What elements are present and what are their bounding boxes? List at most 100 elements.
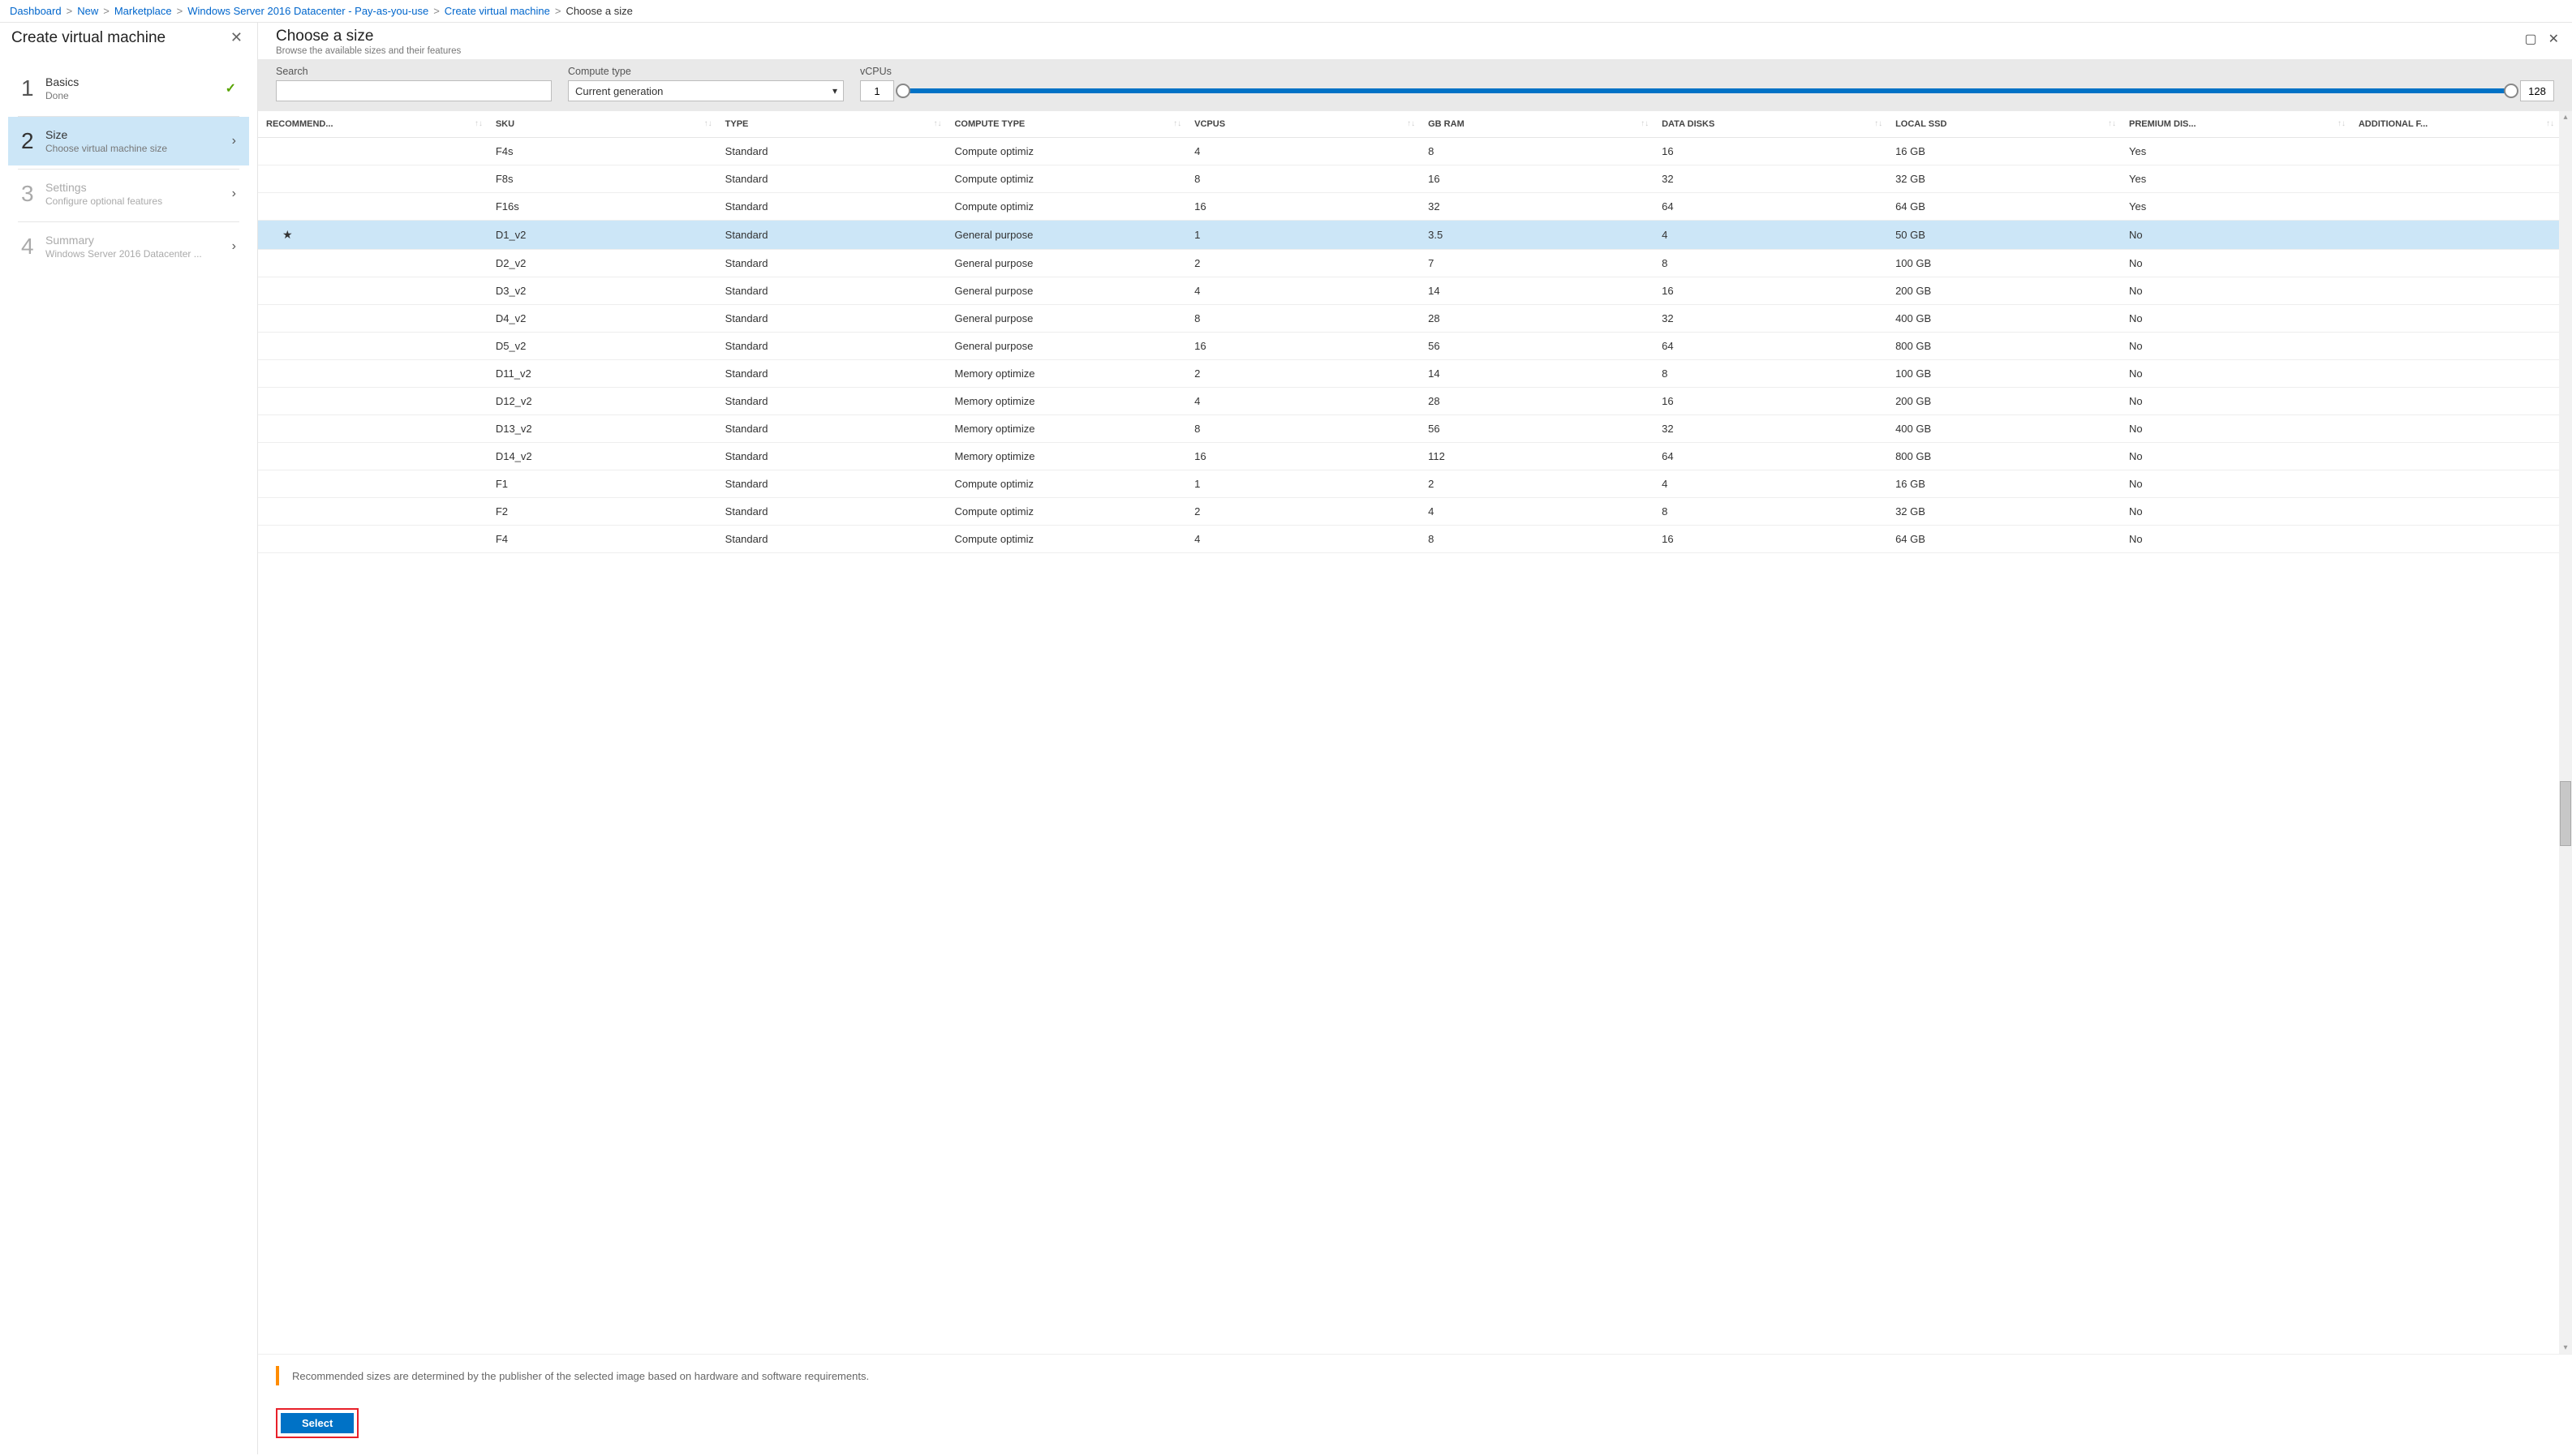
table-row[interactable]: D12_v2StandardMemory optimize42816200 GB… xyxy=(258,388,2559,415)
column-header[interactable]: VCPUS↑↓ xyxy=(1186,111,1420,138)
table-row[interactable]: D11_v2StandardMemory optimize2148100 GBN… xyxy=(258,360,2559,388)
step-number: 2 xyxy=(21,128,45,154)
breadcrumb-link[interactable]: New xyxy=(77,5,98,17)
column-header[interactable]: DATA DISKS↑↓ xyxy=(1654,111,1887,138)
table-row[interactable]: F2StandardCompute optimiz24832 GBNo xyxy=(258,498,2559,526)
close-icon[interactable]: ✕ xyxy=(227,28,246,48)
table-cell: 16 xyxy=(1186,193,1420,221)
table-cell: Yes xyxy=(2121,165,2350,193)
select-button[interactable]: Select xyxy=(281,1413,354,1433)
table-row[interactable]: D4_v2StandardGeneral purpose82832400 GBN… xyxy=(258,305,2559,333)
table-cell: ★ xyxy=(258,221,488,250)
table-cell: 14 xyxy=(1420,277,1654,305)
column-header[interactable]: ADDITIONAL F...↑↓ xyxy=(2350,111,2559,138)
table-row[interactable]: ★D1_v2StandardGeneral purpose13.5450 GBN… xyxy=(258,221,2559,250)
table-cell: General purpose xyxy=(946,305,1186,333)
step-number: 1 xyxy=(21,75,45,101)
wizard-step-size[interactable]: 2SizeChoose virtual machine size› xyxy=(8,117,249,165)
table-cell: D2_v2 xyxy=(488,250,717,277)
table-cell: 8 xyxy=(1654,360,1887,388)
chevron-right-icon: > xyxy=(555,5,561,17)
table-cell xyxy=(2350,526,2559,553)
table-row[interactable]: F4StandardCompute optimiz481664 GBNo xyxy=(258,526,2559,553)
table-cell xyxy=(258,498,488,526)
table-row[interactable]: D13_v2StandardMemory optimize85632400 GB… xyxy=(258,415,2559,443)
wizard-step-basics[interactable]: 1BasicsDone✓ xyxy=(8,64,249,113)
step-title: Summary xyxy=(45,234,232,247)
search-input[interactable] xyxy=(276,80,552,101)
table-cell: 8 xyxy=(1654,250,1887,277)
table-cell: 2 xyxy=(1186,498,1420,526)
scrollbar-vertical[interactable]: ▴ ▾ xyxy=(2559,111,2572,1354)
table-cell: Yes xyxy=(2121,138,2350,165)
table-cell: No xyxy=(2121,470,2350,498)
select-button-highlight: Select xyxy=(276,1408,359,1438)
column-header[interactable]: GB RAM↑↓ xyxy=(1420,111,1654,138)
breadcrumb-link[interactable]: Create virtual machine xyxy=(445,5,550,17)
column-header[interactable]: RECOMMEND...↑↓ xyxy=(258,111,488,138)
table-cell: D13_v2 xyxy=(488,415,717,443)
table-row[interactable]: F4sStandardCompute optimiz481616 GBYes xyxy=(258,138,2559,165)
slider-handle-min[interactable] xyxy=(896,84,910,98)
column-header[interactable]: PREMIUM DIS...↑↓ xyxy=(2121,111,2350,138)
scroll-up-icon[interactable]: ▴ xyxy=(2563,113,2567,122)
vcpus-label: vCPUs xyxy=(860,66,2554,77)
table-row[interactable]: F1StandardCompute optimiz12416 GBNo xyxy=(258,470,2559,498)
table-cell: 112 xyxy=(1420,443,1654,470)
table-cell: 4 xyxy=(1186,388,1420,415)
table-row[interactable]: D5_v2StandardGeneral purpose165664800 GB… xyxy=(258,333,2559,360)
table-row[interactable]: D14_v2StandardMemory optimize1611264800 … xyxy=(258,443,2559,470)
step-number: 3 xyxy=(21,181,45,207)
chevron-right-icon: > xyxy=(103,5,110,17)
slider-handle-max[interactable] xyxy=(2504,84,2518,98)
table-cell: 4 xyxy=(1654,221,1887,250)
table-cell: 8 xyxy=(1420,138,1654,165)
table-row[interactable]: F8sStandardCompute optimiz8163232 GBYes xyxy=(258,165,2559,193)
table-cell: F4s xyxy=(488,138,717,165)
table-cell: D14_v2 xyxy=(488,443,717,470)
table-cell: D5_v2 xyxy=(488,333,717,360)
table-cell: 2 xyxy=(1420,470,1654,498)
close-icon[interactable]: ✕ xyxy=(2548,31,2559,47)
vcpus-max-input[interactable] xyxy=(2520,80,2554,101)
step-subtitle: Choose virtual machine size xyxy=(45,143,216,154)
table-cell: 8 xyxy=(1186,165,1420,193)
table-cell xyxy=(258,193,488,221)
table-cell: D11_v2 xyxy=(488,360,717,388)
vcpus-slider[interactable] xyxy=(901,83,2514,99)
size-table: RECOMMEND...↑↓SKU↑↓TYPE↑↓COMPUTE TYPE↑↓V… xyxy=(258,111,2559,553)
table-cell: D3_v2 xyxy=(488,277,717,305)
scroll-down-icon[interactable]: ▾ xyxy=(2563,1343,2567,1352)
blade-choose-size: Choose a size Browse the available sizes… xyxy=(258,23,2572,1454)
table-cell: Compute optimiz xyxy=(946,193,1186,221)
sort-icon: ↑↓ xyxy=(2108,119,2116,128)
chevron-right-icon: › xyxy=(232,239,236,254)
info-accent-bar xyxy=(276,1366,279,1385)
maximize-icon[interactable]: ▢ xyxy=(2524,31,2536,47)
column-header[interactable]: COMPUTE TYPE↑↓ xyxy=(946,111,1186,138)
scroll-thumb[interactable] xyxy=(2560,781,2571,846)
compute-type-value: Current generation xyxy=(575,85,663,97)
sort-icon: ↑↓ xyxy=(1641,119,1649,128)
table-cell: 32 GB xyxy=(1887,165,2121,193)
vcpus-min-input[interactable] xyxy=(860,80,894,101)
table-cell xyxy=(2350,138,2559,165)
table-cell: Standard xyxy=(717,165,947,193)
table-cell xyxy=(258,360,488,388)
breadcrumb-link[interactable]: Windows Server 2016 Datacenter - Pay-as-… xyxy=(187,5,428,17)
table-cell: 56 xyxy=(1420,415,1654,443)
table-cell: 28 xyxy=(1420,305,1654,333)
table-cell xyxy=(2350,470,2559,498)
table-row[interactable]: D2_v2StandardGeneral purpose278100 GBNo xyxy=(258,250,2559,277)
compute-type-select[interactable]: Current generation xyxy=(568,80,844,101)
table-row[interactable]: D3_v2StandardGeneral purpose41416200 GBN… xyxy=(258,277,2559,305)
table-cell: 4 xyxy=(1420,498,1654,526)
table-cell: D4_v2 xyxy=(488,305,717,333)
breadcrumb-link[interactable]: Dashboard xyxy=(10,5,62,17)
breadcrumb-link[interactable]: Marketplace xyxy=(114,5,172,17)
column-header[interactable]: TYPE↑↓ xyxy=(717,111,947,138)
column-header[interactable]: LOCAL SSD↑↓ xyxy=(1887,111,2121,138)
column-header[interactable]: SKU↑↓ xyxy=(488,111,717,138)
table-cell: 8 xyxy=(1654,498,1887,526)
table-row[interactable]: F16sStandardCompute optimiz16326464 GBYe… xyxy=(258,193,2559,221)
